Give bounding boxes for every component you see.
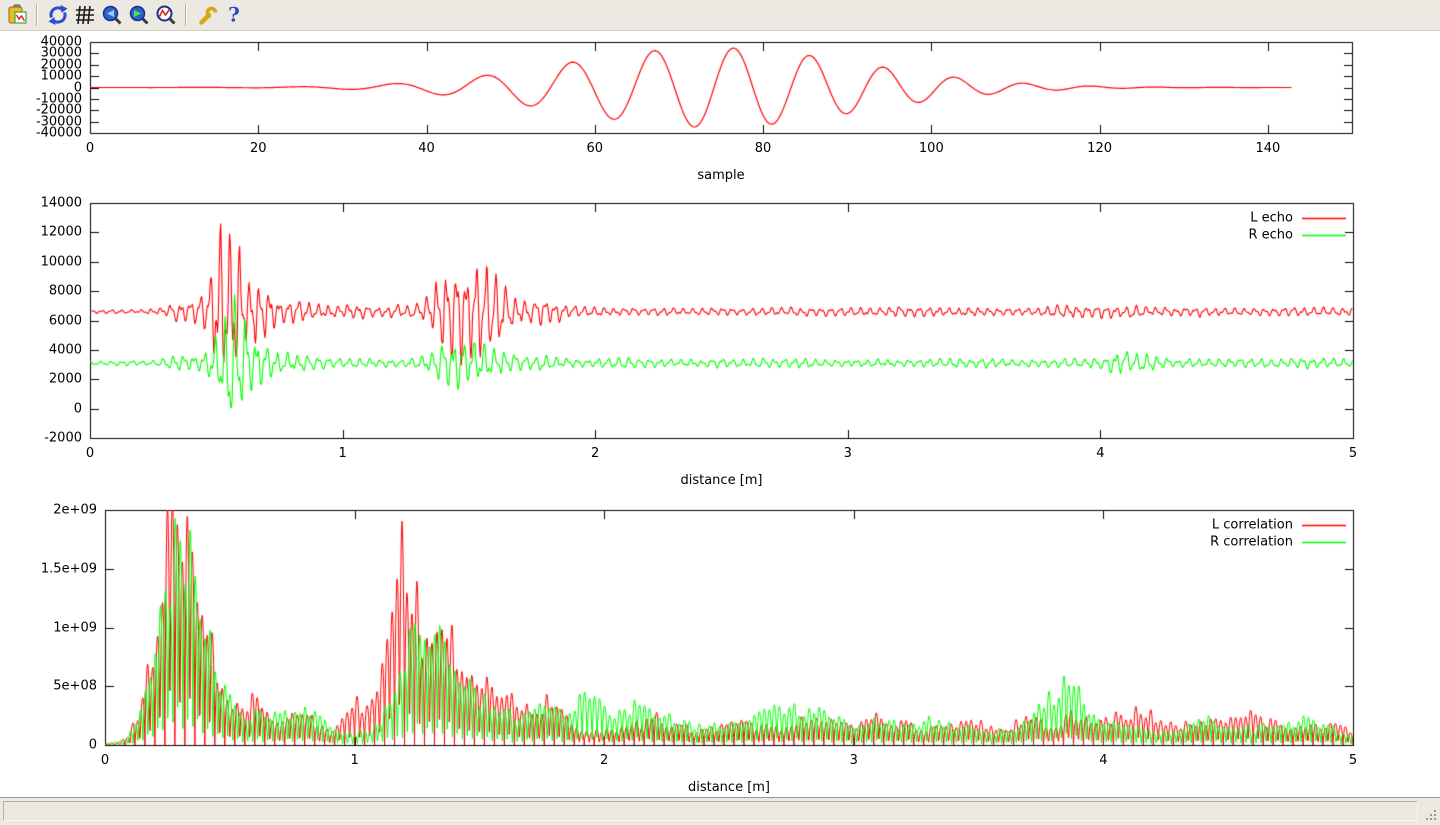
magnifier-back-icon	[101, 4, 123, 26]
status-bar	[0, 797, 1440, 825]
toggle-grid-button[interactable]	[71, 2, 98, 28]
toolbar-separator	[36, 4, 38, 26]
wrench-icon	[196, 4, 218, 26]
svg-text:?: ?	[228, 4, 240, 26]
plot-surface: 020406080100120140400003000020000100000-…	[0, 31, 1440, 797]
magnifier-forward-icon	[128, 4, 150, 26]
refresh-icon	[47, 4, 69, 26]
autoscale-button[interactable]	[152, 2, 179, 28]
toolbar: ?	[0, 0, 1440, 31]
zoom-next-button[interactable]	[125, 2, 152, 28]
resize-grip[interactable]	[1425, 809, 1438, 822]
clipboard-chart-icon	[6, 4, 28, 26]
help-button[interactable]: ?	[220, 2, 247, 28]
toolbar-separator	[185, 4, 187, 26]
magnifier-plot-icon	[155, 4, 177, 26]
question-mark-icon: ?	[223, 4, 245, 26]
status-message	[3, 801, 1418, 821]
configure-button[interactable]	[193, 2, 220, 28]
grid-icon	[74, 4, 96, 26]
zoom-previous-button[interactable]	[98, 2, 125, 28]
copy-to-clipboard-button[interactable]	[3, 2, 30, 28]
plot-canvas[interactable]	[0, 31, 1440, 797]
replot-button[interactable]	[44, 2, 71, 28]
